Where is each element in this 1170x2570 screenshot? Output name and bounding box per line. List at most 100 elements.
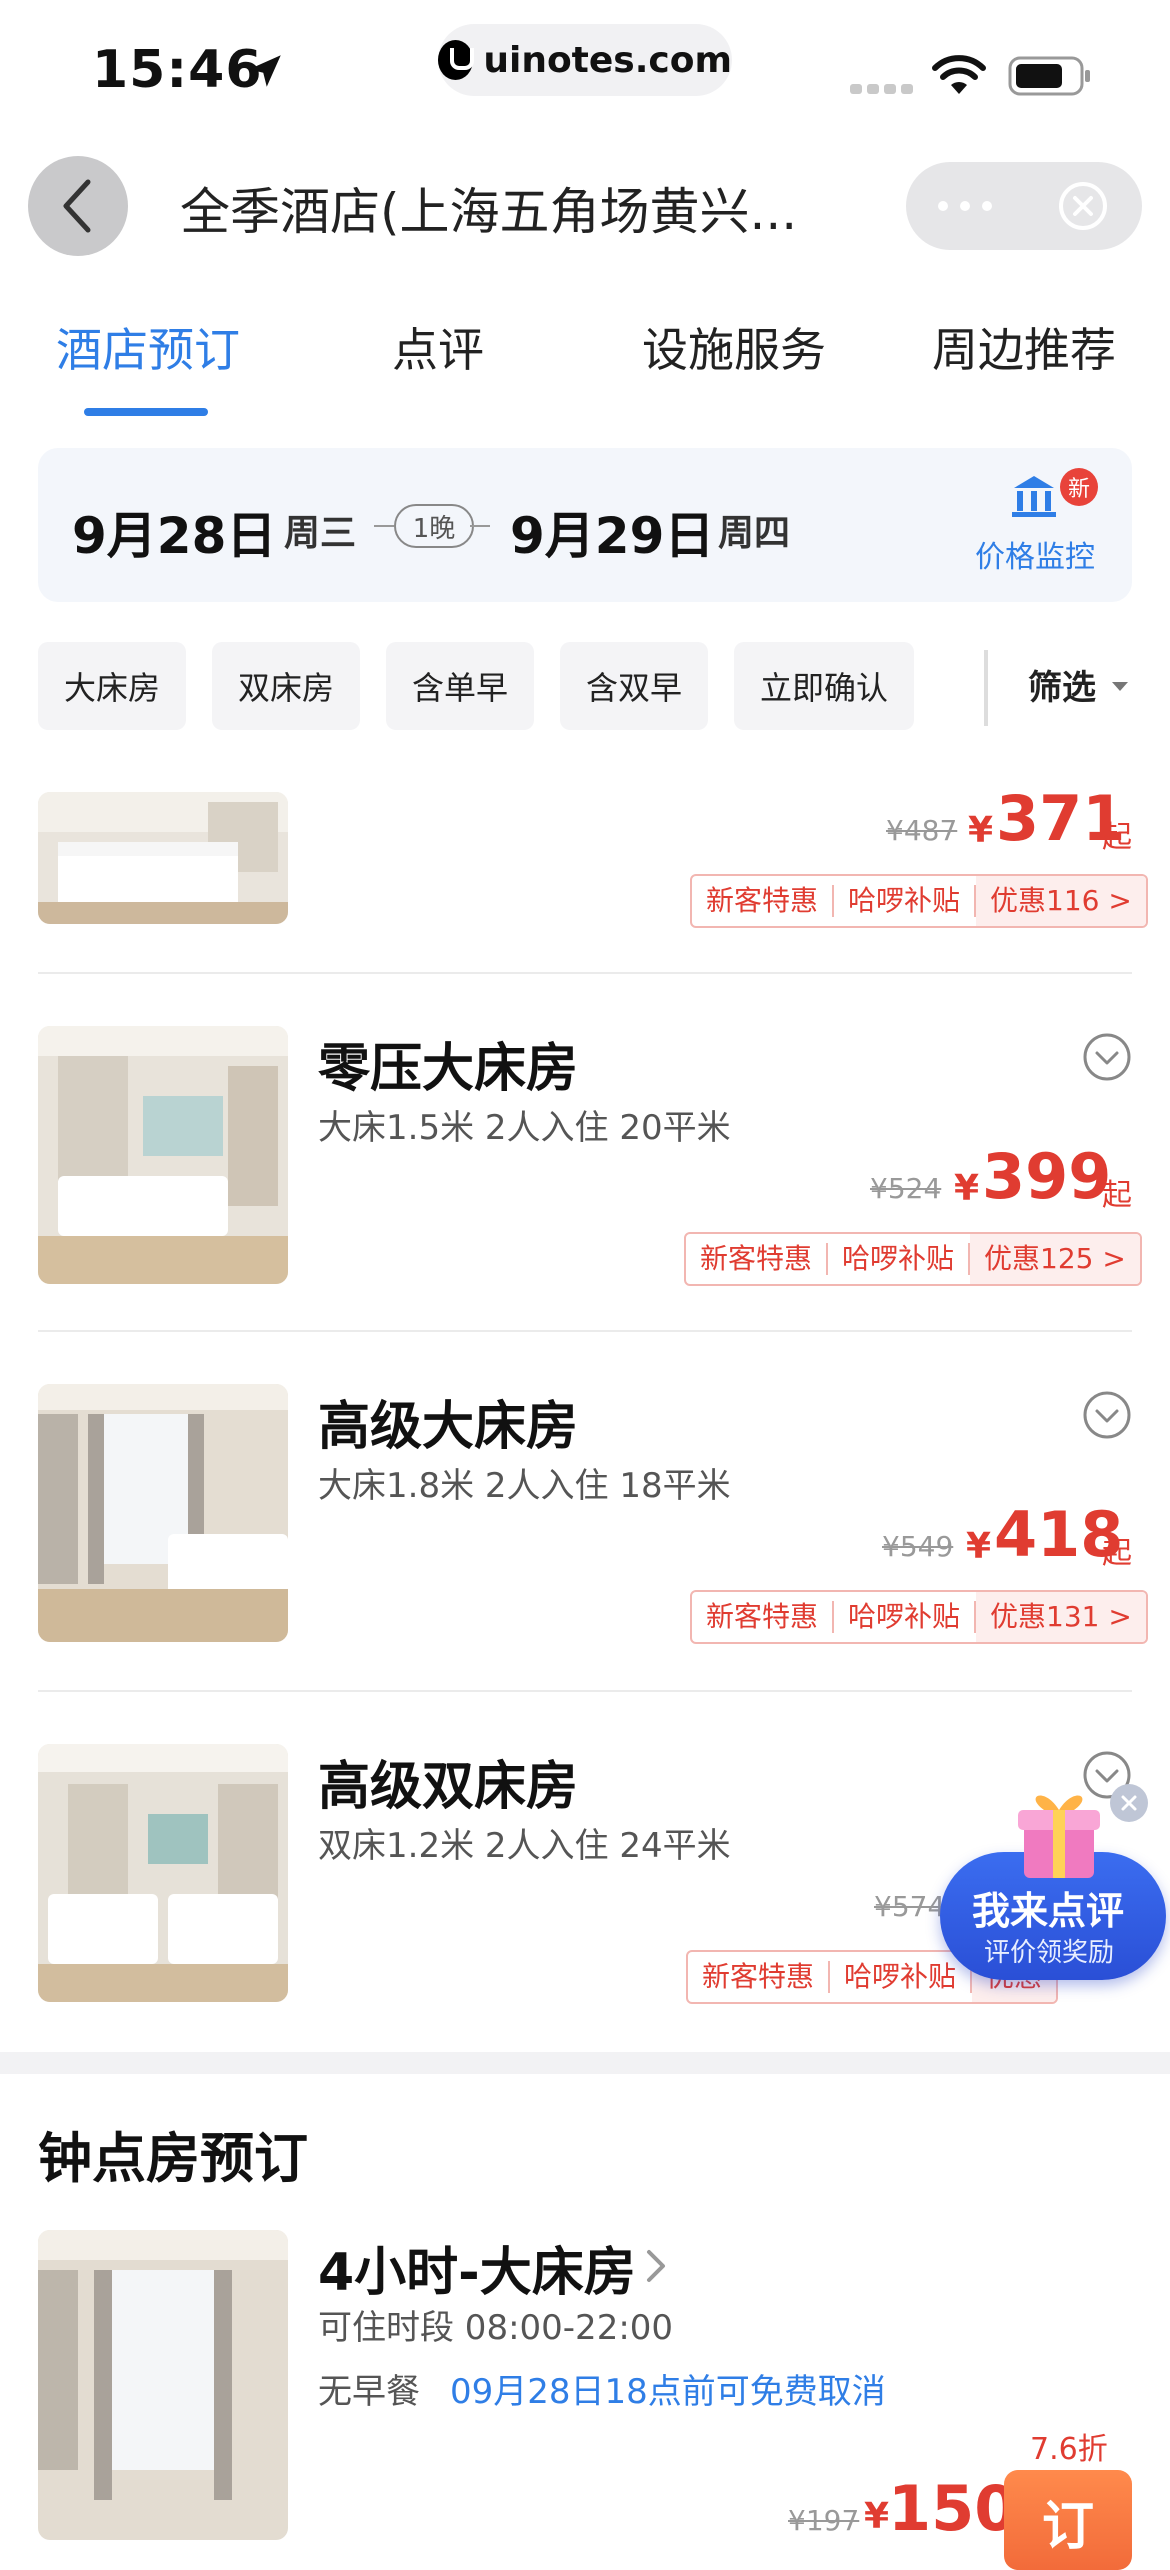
status-time: 15:46: [92, 40, 263, 100]
close-button[interactable]: [1024, 180, 1142, 232]
price-monitor-label[interactable]: 价格监控: [975, 532, 1095, 576]
close-icon: [1121, 1795, 1137, 1811]
filter-chip-king[interactable]: 大床房: [38, 642, 186, 730]
room-desc: 大床1.8米 2人入住 18平米: [318, 1466, 731, 1506]
room-photo-image: [38, 792, 288, 924]
page-title: 全季酒店(上海五角场黄兴...: [180, 183, 798, 241]
currency-symbol: ¥: [864, 2496, 890, 2537]
expand-chevron-icon[interactable]: [1082, 1032, 1132, 1082]
promo-tag: 哈啰补贴: [828, 1243, 971, 1275]
filter-chip-double-breakfast[interactable]: 含双早: [560, 642, 708, 730]
room-photo[interactable]: [38, 1026, 288, 1284]
room-photo-image: [38, 1026, 288, 1284]
promo-tag: 新客特惠: [692, 1601, 835, 1633]
cancel-policy: 09月28日18点前可免费取消: [450, 2372, 886, 2412]
checkout-date[interactable]: 9月29日: [510, 496, 714, 568]
new-badge: 新: [1060, 468, 1098, 506]
active-tab-indicator: [84, 408, 208, 416]
filter-button[interactable]: 筛选: [1028, 660, 1096, 709]
chevron-right-icon: [647, 2250, 665, 2282]
filter-chip-single-breakfast[interactable]: 含单早: [386, 642, 534, 730]
back-button[interactable]: [28, 156, 128, 256]
book-button[interactable]: 订: [1004, 2470, 1132, 2570]
signal-icon: [850, 84, 913, 94]
nights-line-right: [470, 525, 490, 527]
checkin-date[interactable]: 9月28日: [72, 496, 276, 568]
breakfast-info: 无早餐: [318, 2372, 420, 2412]
original-price: ¥197: [788, 2504, 860, 2537]
battery-icon: [1008, 56, 1090, 96]
price-suffix: 起: [1102, 1178, 1132, 1213]
room-photo[interactable]: [38, 1384, 288, 1642]
section-separator: [0, 2052, 1170, 2074]
currency-symbol: ¥: [954, 1168, 980, 1209]
room-photo[interactable]: [38, 792, 288, 924]
gift-box-icon: [1018, 1795, 1100, 1878]
nights-line-left: [374, 525, 394, 527]
divider: [38, 972, 1132, 974]
review-widget-subtitle: 评价领奖励: [984, 1938, 1115, 1968]
hourly-section-title: 钟点房预订: [38, 2127, 308, 2190]
url-pill[interactable]: uinotes.com: [438, 24, 732, 96]
mini-program-capsule: [906, 162, 1142, 250]
room-price: 399: [982, 1140, 1112, 1213]
promo-tag: 哈啰补贴: [834, 1601, 977, 1633]
promo-tag: 新客特惠: [688, 1961, 831, 1993]
promo-tags[interactable]: 新客特惠 哈啰补贴 优惠131 >: [690, 1590, 1148, 1644]
discount-rate: 7.6折: [1030, 2432, 1108, 2467]
hourly-period: 可住时段 08:00-22:00: [318, 2308, 674, 2348]
hourly-room-name[interactable]: 4小时-大床房: [318, 2230, 636, 2305]
tab-hotel-booking[interactable]: 酒店预订: [56, 314, 240, 380]
filter-divider: [984, 650, 988, 726]
price-suffix: 起: [1102, 1536, 1132, 1571]
tab-nearby[interactable]: 周边推荐: [932, 314, 1116, 380]
caret-down-icon: [1112, 682, 1128, 691]
room-photo-image: [38, 2230, 288, 2540]
discount-tag: 优惠125 >: [970, 1234, 1140, 1284]
checkout-weekday: 周四: [718, 513, 791, 554]
tab-reviews[interactable]: 点评: [392, 314, 484, 380]
price-monitor-icon[interactable]: [1010, 474, 1058, 518]
wifi-icon: [932, 55, 986, 94]
divider: [38, 1690, 1132, 1692]
chevron-left-icon: [63, 179, 91, 233]
room-name[interactable]: 高级大床房: [318, 1384, 578, 1459]
original-price: ¥524: [870, 1172, 942, 1205]
tab-facilities[interactable]: 设施服务: [642, 314, 826, 380]
hourly-price: 150: [888, 2472, 1018, 2545]
dot-icon: [960, 201, 970, 211]
room-photo-image: [38, 1744, 288, 2002]
review-widget-title: 我来点评: [972, 1889, 1125, 1933]
room-name[interactable]: 高级双床房: [318, 1744, 578, 1819]
close-circle-icon: [1059, 182, 1107, 230]
currency-symbol: ¥: [968, 810, 994, 851]
currency-symbol: ¥: [966, 1526, 992, 1567]
promo-tags[interactable]: 新客特惠 哈啰补贴 优惠116 >: [690, 874, 1148, 928]
price-suffix: 起: [1102, 820, 1132, 855]
promo-tag: 哈啰补贴: [830, 1961, 973, 1993]
original-price: ¥549: [882, 1530, 954, 1563]
more-button[interactable]: [906, 201, 1024, 211]
dot-icon: [938, 201, 948, 211]
filter-chip-instant-confirm[interactable]: 立即确认: [734, 642, 914, 730]
expand-chevron-icon[interactable]: [1082, 1390, 1132, 1440]
widget-close-button[interactable]: [1110, 1784, 1148, 1822]
hourly-room-photo[interactable]: [38, 2230, 288, 2540]
room-desc: 双床1.2米 2人入住 24平米: [318, 1826, 731, 1866]
dot-icon: [982, 201, 992, 211]
checkin-weekday: 周三: [284, 513, 357, 554]
divider: [38, 1330, 1132, 1332]
promo-tag: 哈啰补贴: [834, 885, 977, 917]
room-photo[interactable]: [38, 1744, 288, 2002]
promo-tags[interactable]: 新客特惠 哈啰补贴 优惠125 >: [684, 1232, 1142, 1286]
room-name[interactable]: 零压大床房: [318, 1026, 578, 1101]
promo-tag: 新客特惠: [686, 1243, 829, 1275]
discount-tag: 优惠116 >: [976, 876, 1146, 926]
room-photo-image: [38, 1384, 288, 1642]
discount-tag: 优惠131 >: [976, 1592, 1146, 1642]
filter-chip-twin[interactable]: 双床房: [212, 642, 360, 730]
original-price: ¥574: [874, 1890, 946, 1923]
site-logo-icon: [438, 40, 475, 80]
location-arrow-icon: [249, 55, 281, 87]
url-text: uinotes.com: [483, 39, 732, 81]
